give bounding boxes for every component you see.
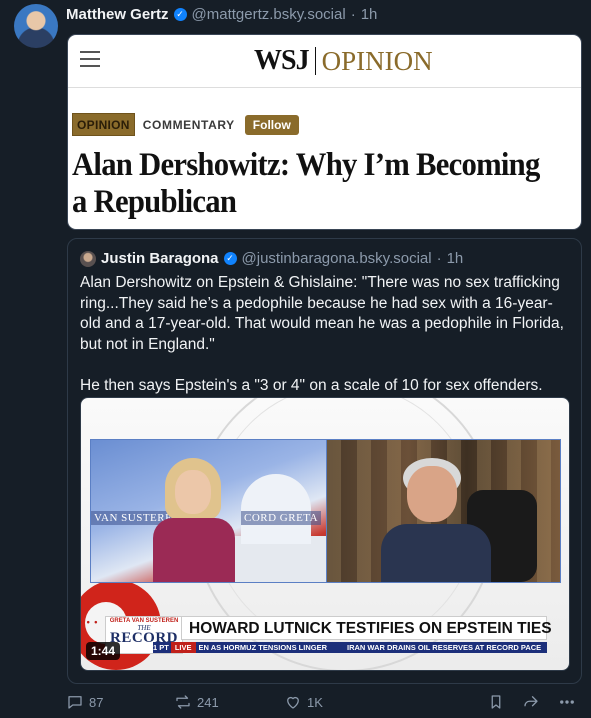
post-actions: 87 241 1K	[66, 693, 581, 713]
repost-icon	[176, 695, 190, 709]
more-icon	[560, 700, 574, 704]
verified-icon: ✓	[223, 252, 237, 265]
guest-face	[407, 466, 457, 522]
repost-button[interactable]: 241	[174, 693, 219, 711]
ticker-pt: 1 PT	[153, 643, 169, 652]
share-button[interactable]	[522, 693, 540, 711]
tag-row: OPINION COMMENTARY Follow	[72, 113, 299, 136]
news-ticker: 1 PT LIVE EN AS HORMUZ TENSIONS LINGER IRAN…	[153, 642, 547, 653]
like-icon	[287, 696, 299, 709]
capitol-dome	[241, 474, 311, 544]
quoted-author-name[interactable]: Justin Baragona	[101, 250, 219, 267]
separator: ·	[350, 5, 356, 23]
host-face	[175, 470, 211, 514]
quoted-author-avatar[interactable]	[80, 250, 96, 267]
verified-icon: ✓	[173, 7, 187, 21]
more-button[interactable]	[558, 693, 576, 711]
reply-button[interactable]: 87	[66, 693, 103, 711]
decor-dots: • • •	[80, 617, 99, 627]
quoted-post-header: Justin Baragona ✓ @justinbaragona.bsky.s…	[80, 250, 463, 267]
like-count: 1K	[307, 694, 323, 710]
video-duration: 1:44	[86, 642, 121, 660]
quoted-post-time[interactable]: 1h	[447, 250, 464, 267]
post-time[interactable]: 1h	[361, 6, 378, 23]
separator: ·	[436, 250, 442, 267]
quoted-author-handle[interactable]: @justinbaragona.bsky.social	[242, 250, 432, 267]
follow-button[interactable]: Follow	[244, 114, 299, 135]
menu-icon[interactable]	[80, 51, 100, 67]
reply-count: 87	[89, 694, 104, 710]
author-name[interactable]: Matthew Gertz	[66, 6, 169, 23]
guest-figure	[381, 458, 491, 582]
wsj-logo: WSJ OPINION	[254, 45, 433, 77]
quoted-post[interactable]: Justin Baragona ✓ @justinbaragona.bsky.s…	[67, 238, 582, 684]
link-card[interactable]: WSJ OPINION OPINION COMMENTARY Follow Al…	[67, 34, 582, 230]
chyron: HOWARD LUTNICK TESTIFIES ON EPSTEIN TIES	[181, 616, 552, 640]
studio-banner-right: CORD GRETA	[241, 511, 322, 525]
guest-body	[381, 524, 491, 582]
video-player[interactable]: VAN SUSTEREN CORD GRETA GRETA VAN SUSTER…	[80, 397, 570, 671]
like-button[interactable]: 1K	[284, 693, 323, 711]
quoted-post-text: Alan Dershowitz on Epstein & Ghislaine: …	[80, 274, 564, 394]
wsj-logo-text: WSJ	[254, 45, 310, 76]
logo-divider	[314, 47, 316, 75]
ticker-item: EN AS HORMUZ TENSIONS LINGER	[198, 643, 327, 652]
author-avatar[interactable]	[14, 4, 58, 48]
host-figure	[153, 458, 235, 582]
share-icon	[524, 696, 538, 707]
live-badge: LIVE	[170, 642, 196, 653]
wsj-section-text: OPINION	[321, 45, 433, 76]
lower-third: GRETA VAN SUSTEREN THE RECORD HOWARD LUT…	[81, 611, 552, 657]
bookmark-button[interactable]	[487, 693, 505, 711]
opinion-tag: OPINION	[72, 113, 135, 136]
commentary-tag: COMMENTARY	[142, 117, 235, 132]
video-host-panel: VAN SUSTEREN CORD GRETA	[90, 439, 328, 583]
host-body	[153, 518, 235, 582]
author-handle[interactable]: @mattgertz.bsky.social	[192, 6, 346, 23]
reply-icon	[68, 696, 82, 709]
article-headline[interactable]: Alan Dershowitz: Why I’m Becoming a Repu…	[72, 147, 542, 221]
ticker-item: IRAN WAR DRAINS OIL RESERVES AT RECORD P…	[347, 643, 542, 652]
post-header: Matthew Gertz ✓ @mattgertz.bsky.social ·…	[66, 4, 377, 24]
video-guest-panel	[326, 439, 561, 583]
repost-count: 241	[197, 694, 219, 710]
bookmark-icon	[491, 695, 501, 709]
wsj-header: WSJ OPINION	[68, 35, 581, 88]
